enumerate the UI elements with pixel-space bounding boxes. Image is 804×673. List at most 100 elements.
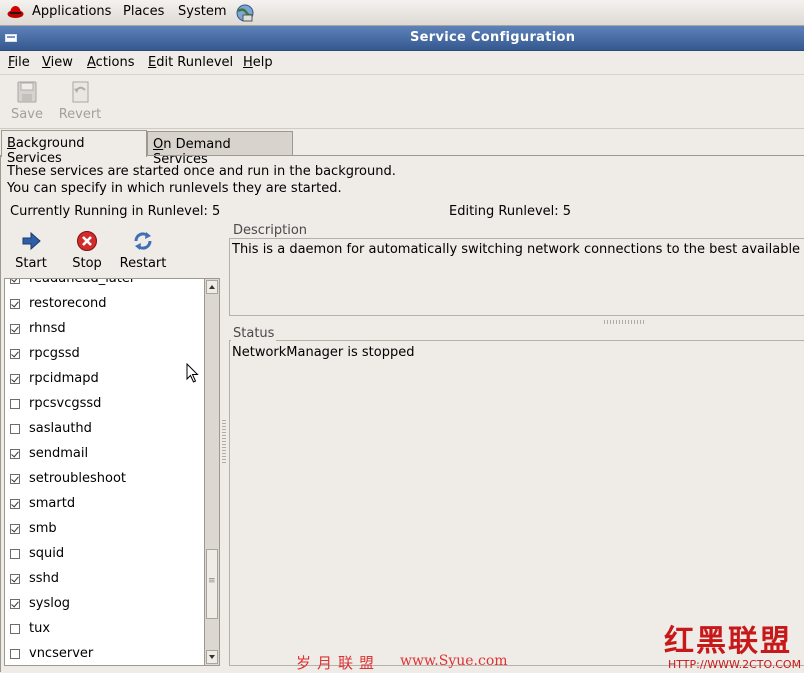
description-label: Description: [231, 223, 310, 238]
service-checkbox[interactable]: [10, 374, 20, 384]
service-row[interactable]: sendmail: [5, 443, 204, 468]
service-row[interactable]: syslog: [5, 593, 204, 618]
stop-button[interactable]: Stop: [68, 230, 106, 271]
watermark-url-left: www.Syue.com: [400, 653, 508, 669]
revert-icon: [70, 81, 90, 103]
network-globe-icon[interactable]: [235, 3, 255, 23]
service-name: squid: [29, 546, 65, 561]
service-checkbox[interactable]: [10, 649, 20, 659]
service-name: smartd: [29, 496, 76, 511]
service-checkbox[interactable]: [10, 279, 20, 284]
info-line-1: These services are started once and run …: [7, 164, 396, 179]
menu-actions[interactable]: Actions: [87, 55, 135, 70]
menu-file-label: ile: [14, 55, 30, 70]
save-label: Save: [11, 107, 43, 122]
redhat-logo-icon[interactable]: [7, 4, 24, 20]
service-row[interactable]: rpcidmapd: [5, 368, 204, 393]
menu-view[interactable]: View: [42, 55, 73, 70]
service-name: restorecond: [29, 296, 107, 311]
menu-view-label: iew: [50, 55, 73, 70]
menu-file[interactable]: File: [8, 55, 30, 70]
revert-label: Revert: [58, 107, 102, 122]
service-name: sendmail: [29, 446, 89, 461]
tab-background-services[interactable]: Background Services: [1, 130, 147, 166]
current-runlevel-label: Currently Running in Runlevel: 5: [10, 204, 221, 219]
service-name: vncserver: [29, 646, 94, 661]
window-title: Service Configuration: [410, 30, 576, 45]
service-checkbox[interactable]: [10, 399, 20, 409]
start-arrow-icon: [20, 230, 42, 252]
service-row[interactable]: setroubleshoot: [5, 468, 204, 493]
info-line-2: You can specify in which runlevels they …: [7, 181, 342, 196]
service-name: rpcsvcgssd: [29, 396, 102, 411]
description-text: This is a daemon for automatically switc…: [232, 242, 804, 257]
start-button[interactable]: Start: [12, 230, 50, 271]
places-menu[interactable]: Places: [123, 4, 164, 19]
service-row[interactable]: tux: [5, 618, 204, 643]
pane-resize-handle-horizontal[interactable]: [604, 320, 644, 324]
service-name: sshd: [29, 571, 60, 586]
service-checkbox[interactable]: [10, 624, 20, 634]
service-checkbox[interactable]: [10, 449, 20, 459]
service-row[interactable]: saslauthd: [5, 418, 204, 443]
status-label: Status: [231, 326, 277, 341]
service-row[interactable]: sshd: [5, 568, 204, 593]
menu-edit-runlevel[interactable]: Edit Runlevel: [148, 55, 233, 70]
restart-button[interactable]: Restart: [118, 230, 168, 271]
service-checkbox[interactable]: [10, 524, 20, 534]
service-row[interactable]: smartd: [5, 493, 204, 518]
start-label: Start: [15, 256, 47, 271]
scroll-up-arrow-icon[interactable]: [206, 280, 218, 294]
service-name: rpcgssd: [29, 346, 80, 361]
service-row[interactable]: vncserver: [5, 643, 204, 665]
service-row[interactable]: readahead_later: [5, 279, 204, 293]
service-checkbox[interactable]: [10, 474, 20, 484]
service-name: setroubleshoot: [29, 471, 126, 486]
menu-actions-label: ctions: [95, 55, 135, 70]
watermark-cn-left: 岁月联盟: [296, 654, 381, 672]
service-name: rpcidmapd: [29, 371, 99, 386]
menubar: File View Actions Edit Runlevel Help: [0, 51, 804, 75]
service-name: tux: [29, 621, 51, 636]
service-checkbox[interactable]: [10, 299, 20, 309]
service-checkbox[interactable]: [10, 324, 20, 334]
watermark-logo-cn-right: 红黑联盟: [664, 624, 792, 659]
floppy-disk-icon: [17, 81, 37, 103]
editing-runlevel-label: Editing Runlevel: 5: [449, 204, 572, 219]
service-row[interactable]: restorecond: [5, 293, 204, 318]
toolbar: Save Revert: [0, 76, 804, 129]
restart-label: Restart: [119, 256, 167, 271]
scroll-down-arrow-icon[interactable]: [206, 650, 218, 664]
service-checkbox[interactable]: [10, 349, 20, 359]
scrollbar-thumb[interactable]: [206, 549, 218, 619]
revert-button[interactable]: Revert: [57, 81, 103, 122]
service-checkbox[interactable]: [10, 549, 20, 559]
service-list-scrollbar[interactable]: [204, 278, 220, 666]
service-name: smb: [29, 521, 57, 536]
pane-resize-handle-vertical[interactable]: [222, 420, 226, 464]
tab-on-demand-services[interactable]: On Demand Services: [147, 131, 293, 167]
menu-help[interactable]: Help: [243, 55, 273, 70]
restart-icon: [132, 230, 154, 252]
save-button[interactable]: Save: [4, 81, 50, 122]
service-row[interactable]: rpcsvcgssd: [5, 393, 204, 418]
service-row[interactable]: squid: [5, 543, 204, 568]
window-titlebar[interactable]: Service Configuration: [0, 26, 804, 51]
service-name: saslauthd: [29, 421, 92, 436]
top-panel: Applications Places System: [0, 0, 804, 26]
applications-menu[interactable]: Applications: [32, 4, 111, 19]
service-checkbox[interactable]: [10, 499, 20, 509]
service-list[interactable]: readahead_later restorecond rhnsd rpcgssd rp…: [4, 278, 204, 666]
service-checkbox[interactable]: [10, 424, 20, 434]
menu-edit-runlevel-label: dit Runlevel: [156, 55, 234, 70]
service-name: syslog: [29, 596, 71, 611]
stop-icon: [76, 230, 98, 252]
service-checkbox[interactable]: [10, 599, 20, 609]
system-menu[interactable]: System: [178, 4, 226, 19]
service-row[interactable]: smb: [5, 518, 204, 543]
service-name: rhnsd: [29, 321, 66, 336]
window-menu-icon[interactable]: [5, 34, 17, 42]
service-row[interactable]: rpcgssd: [5, 343, 204, 368]
service-row[interactable]: rhnsd: [5, 318, 204, 343]
service-checkbox[interactable]: [10, 574, 20, 584]
